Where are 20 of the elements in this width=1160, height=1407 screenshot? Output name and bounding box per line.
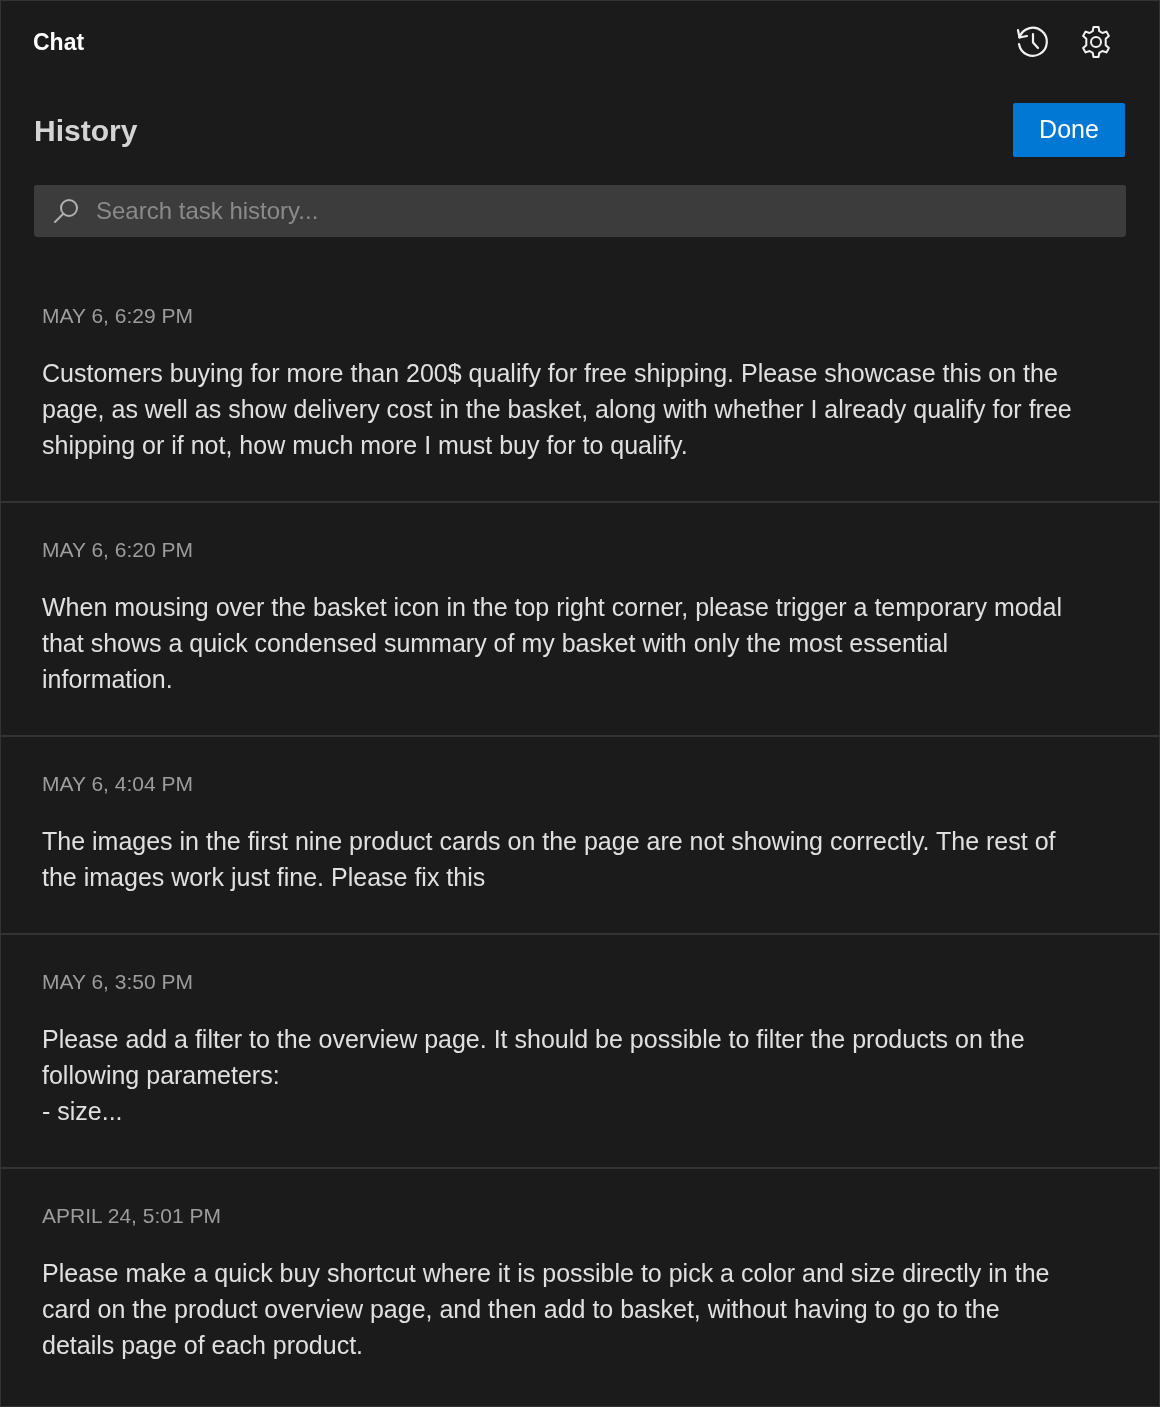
entry-date: MAY 6, 4:04 PM: [42, 772, 193, 796]
task-description: When mousing over the basket icon in the top right corner, please trigger a temporary modal that shows a quick condensed summary of my basket with only the most essential information.: [42, 592, 1063, 695]
history-entry[interactable]: MAY 6, 4:04 PM The images in the first nine product cards on the page are not showing correctly. The rest of the images work just fine. Please fix this: [1, 737, 1159, 935]
task-description: Please make a quick buy shortcut where it is possible to pick a color and size directly in the card on the product overview page, and then add to basket, without having to go to the details page of each product.: [42, 1258, 1051, 1361]
history-entry[interactable]: MAY 6, 3:50 PM Please add a filter to the overview page. It should be possible to filter the products on the following parameters: - size...: [1, 935, 1159, 1169]
settings-icon[interactable]: [1079, 25, 1113, 59]
task-description: Customers buying for more than 200$ qualify for free shipping. Please showcase this on the page, as well as show delivery cost in the basket, along with whether I already qualify for free shipping or if not, how much more I must buy for to qualify.: [42, 358, 1073, 461]
history-entry[interactable]: MAY 6, 6:20 PM When mousing over the basket icon in the top right corner, please trigger a temporary modal that shows a quick condensed summary of my basket with only the most essential information.: [1, 503, 1159, 737]
history-heading: History: [34, 112, 138, 149]
task-description: Please add a filter to the overview page. It should be possible to filter the products on the following parameters: - size...: [42, 1024, 1026, 1127]
search-field[interactable]: Search task history...: [34, 185, 1126, 237]
done-button[interactable]: Done: [1013, 103, 1125, 157]
history-icon[interactable]: [1015, 25, 1049, 59]
search-icon: [53, 198, 79, 224]
window-title: Chat: [33, 27, 85, 57]
entry-date: APRIL 24, 5:01 PM: [42, 1204, 221, 1228]
task-description: The images in the first nine product cards on the page are not showing correctly. The rest of the images work just fine. Please fix this: [42, 826, 1057, 893]
entry-date: MAY 6, 3:50 PM: [42, 970, 193, 994]
entry-date: MAY 6, 6:29 PM: [42, 304, 193, 328]
entry-date: MAY 6, 6:20 PM: [42, 538, 193, 562]
